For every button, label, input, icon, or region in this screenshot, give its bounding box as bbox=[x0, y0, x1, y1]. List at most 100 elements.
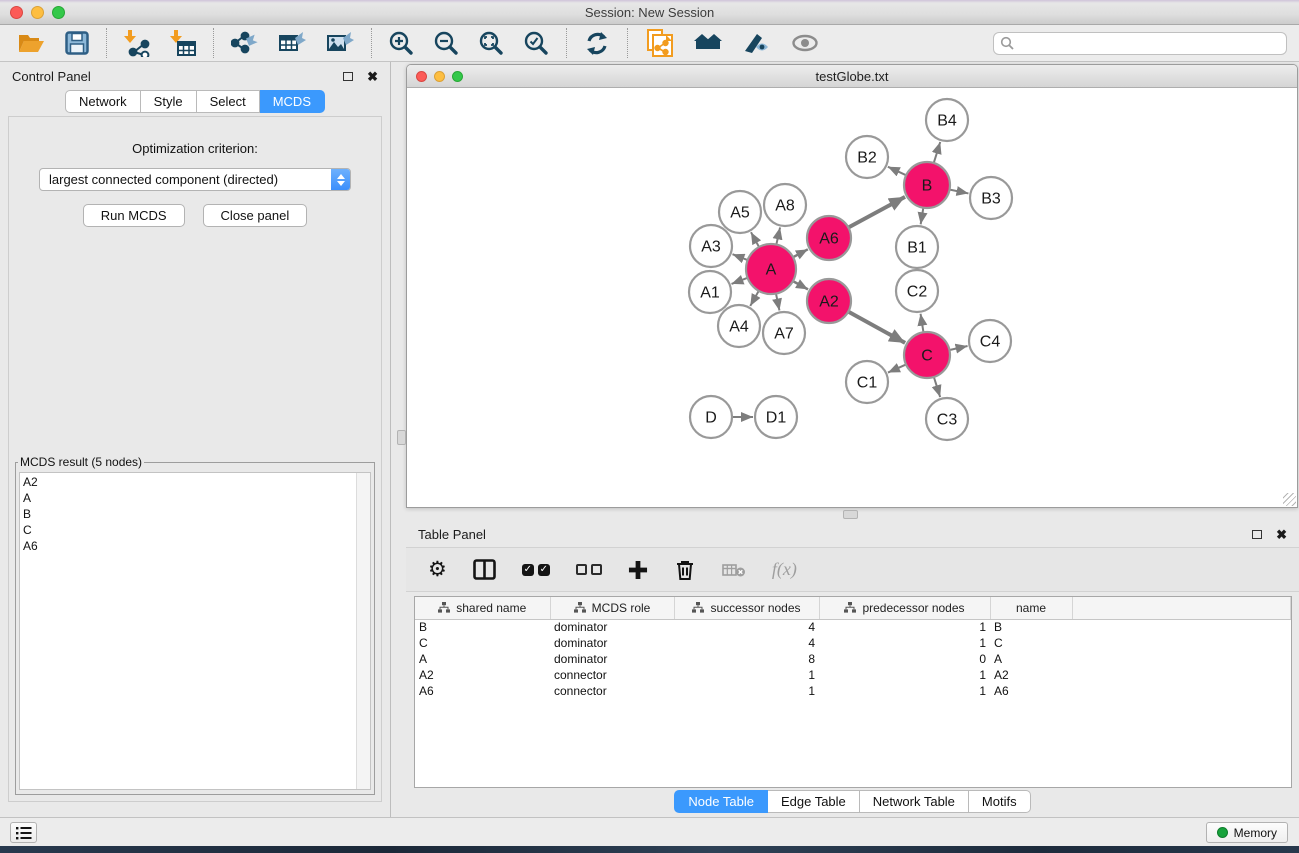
table-row[interactable]: Cdominator41C bbox=[415, 635, 1291, 651]
table-row[interactable]: Adominator80A bbox=[415, 651, 1291, 667]
graph-node-A5[interactable]: A5 bbox=[719, 191, 761, 233]
graph-node-B4[interactable]: B4 bbox=[926, 99, 968, 141]
tab-mcds[interactable]: MCDS bbox=[260, 90, 325, 113]
column-header-predecessor-nodes[interactable]: predecessor nodes bbox=[819, 597, 990, 619]
graph-edge-C-C3[interactable] bbox=[934, 376, 941, 397]
graph-edge-A-A3[interactable] bbox=[732, 254, 748, 260]
show-columns-icon[interactable] bbox=[473, 559, 496, 580]
mcds-result-item[interactable]: A6 bbox=[23, 538, 356, 554]
delete-column-icon[interactable] bbox=[674, 559, 696, 581]
tab-edge-table[interactable]: Edge Table bbox=[768, 790, 860, 813]
zoom-selected-icon[interactable] bbox=[524, 31, 549, 56]
zoom-fit-icon[interactable] bbox=[479, 31, 504, 56]
network-close-button[interactable] bbox=[416, 71, 427, 82]
export-image-icon[interactable] bbox=[326, 30, 354, 56]
graph-edge-A-A4[interactable] bbox=[750, 290, 759, 306]
memory-button[interactable]: Memory bbox=[1206, 822, 1288, 843]
mcds-result-item[interactable]: A bbox=[23, 490, 356, 506]
tab-style[interactable]: Style bbox=[141, 90, 197, 113]
optimization-criterion-dropdown[interactable]: largest connected component (directed) bbox=[39, 168, 351, 191]
add-column-icon[interactable] bbox=[628, 560, 648, 580]
graph-node-B3[interactable]: B3 bbox=[970, 177, 1012, 219]
graph-node-A[interactable]: A bbox=[746, 244, 796, 294]
mcds-result-item[interactable]: C bbox=[23, 522, 356, 538]
graph-node-D1[interactable]: D1 bbox=[755, 396, 797, 438]
graph-node-A6[interactable]: A6 bbox=[807, 216, 851, 260]
graph-node-A2[interactable]: A2 bbox=[807, 279, 851, 323]
export-network-icon[interactable] bbox=[231, 30, 258, 56]
import-table-icon[interactable] bbox=[170, 30, 196, 57]
search-input[interactable] bbox=[1018, 36, 1280, 50]
network-window-titlebar[interactable]: testGlobe.txt bbox=[407, 65, 1297, 88]
run-mcds-button[interactable]: Run MCDS bbox=[83, 204, 185, 227]
graph-edge-C-C2[interactable] bbox=[921, 314, 924, 334]
select-all-columns-icon[interactable]: ✓✓ bbox=[522, 564, 550, 576]
tab-network[interactable]: Network bbox=[65, 90, 141, 113]
graph-node-C3[interactable]: C3 bbox=[926, 398, 968, 440]
graph-node-C[interactable]: C bbox=[904, 332, 950, 378]
zoom-in-icon[interactable] bbox=[389, 31, 414, 56]
graph-edge-B-B2[interactable] bbox=[888, 167, 907, 176]
task-history-button[interactable] bbox=[10, 822, 37, 843]
table-row[interactable]: Bdominator41B bbox=[415, 619, 1291, 635]
zoom-window-button[interactable] bbox=[52, 6, 65, 19]
graph-edge-A-A6[interactable] bbox=[792, 249, 808, 257]
mcds-result-item[interactable]: A2 bbox=[23, 474, 356, 490]
column-header-MCDS-role[interactable]: MCDS role bbox=[550, 597, 674, 619]
float-table-panel-icon[interactable] bbox=[1252, 530, 1262, 539]
graph-edge-A-A5[interactable] bbox=[751, 232, 760, 248]
zoom-out-icon[interactable] bbox=[434, 31, 459, 56]
graph-edge-B-B3[interactable] bbox=[949, 189, 969, 193]
close-table-panel-icon[interactable]: ✖ bbox=[1276, 528, 1287, 541]
table-settings-gear-icon[interactable]: ⚙ bbox=[428, 559, 447, 580]
tab-network-table[interactable]: Network Table bbox=[860, 790, 969, 813]
graph-edge-A6-B[interactable] bbox=[847, 197, 905, 228]
graph-edge-A-A8[interactable] bbox=[776, 227, 780, 245]
tab-motifs[interactable]: Motifs bbox=[969, 790, 1031, 813]
graph-node-A4[interactable]: A4 bbox=[718, 305, 760, 347]
graph-edge-B-B1[interactable] bbox=[921, 207, 924, 225]
tab-node-table[interactable]: Node Table bbox=[674, 790, 768, 813]
graph-node-B1[interactable]: B1 bbox=[896, 226, 938, 268]
save-session-icon[interactable] bbox=[65, 31, 89, 55]
graph-edge-A2-C[interactable] bbox=[847, 311, 905, 343]
graph-edge-A-A2[interactable] bbox=[792, 281, 808, 290]
graph-node-D[interactable]: D bbox=[690, 396, 732, 438]
column-header-successor-nodes[interactable]: successor nodes bbox=[674, 597, 819, 619]
result-list-scrollbar[interactable] bbox=[356, 473, 370, 789]
graph-edge-C-C1[interactable] bbox=[888, 364, 907, 373]
graph-node-C2[interactable]: C2 bbox=[896, 270, 938, 312]
window-resize-grip[interactable] bbox=[1283, 493, 1296, 506]
graph-edge-A-A7[interactable] bbox=[776, 293, 780, 311]
network-canvas[interactable]: B4B2BB3A8A5A6B1A3AC2A1A2A4A7C4CC1DD1C3 bbox=[407, 88, 1297, 507]
paint-eye-icon[interactable] bbox=[743, 31, 771, 55]
close-panel-button[interactable]: Close panel bbox=[203, 204, 308, 227]
export-table-icon[interactable] bbox=[278, 30, 306, 56]
horizontal-splitter-grip[interactable] bbox=[843, 510, 858, 519]
close-window-button[interactable] bbox=[10, 6, 23, 19]
mcds-result-item[interactable]: B bbox=[23, 506, 356, 522]
import-network-icon[interactable] bbox=[124, 30, 150, 57]
bird-eye-view-icon[interactable] bbox=[791, 34, 819, 52]
graph-edge-B-B4[interactable] bbox=[933, 142, 940, 164]
search-field[interactable] bbox=[993, 32, 1287, 55]
vertical-splitter-grip[interactable] bbox=[397, 430, 406, 445]
close-panel-icon[interactable]: ✖ bbox=[367, 70, 378, 83]
graph-node-A7[interactable]: A7 bbox=[763, 312, 805, 354]
graph-node-B2[interactable]: B2 bbox=[846, 136, 888, 178]
duplicate-network-icon[interactable] bbox=[645, 29, 673, 57]
graph-node-C1[interactable]: C1 bbox=[846, 361, 888, 403]
network-minimize-button[interactable] bbox=[434, 71, 445, 82]
tab-select[interactable]: Select bbox=[197, 90, 260, 113]
column-header-name[interactable]: name bbox=[990, 597, 1072, 619]
refresh-icon[interactable] bbox=[584, 31, 610, 56]
graph-node-A1[interactable]: A1 bbox=[689, 271, 731, 313]
graph-edge-C-C4[interactable] bbox=[948, 346, 967, 350]
network-zoom-button[interactable] bbox=[452, 71, 463, 82]
graph-node-B[interactable]: B bbox=[904, 162, 950, 208]
table-row[interactable]: A6connector11A6 bbox=[415, 683, 1291, 699]
minimize-window-button[interactable] bbox=[31, 6, 44, 19]
home-view-icon[interactable] bbox=[693, 31, 723, 55]
open-file-icon[interactable] bbox=[17, 31, 45, 55]
graph-node-A8[interactable]: A8 bbox=[764, 184, 806, 226]
